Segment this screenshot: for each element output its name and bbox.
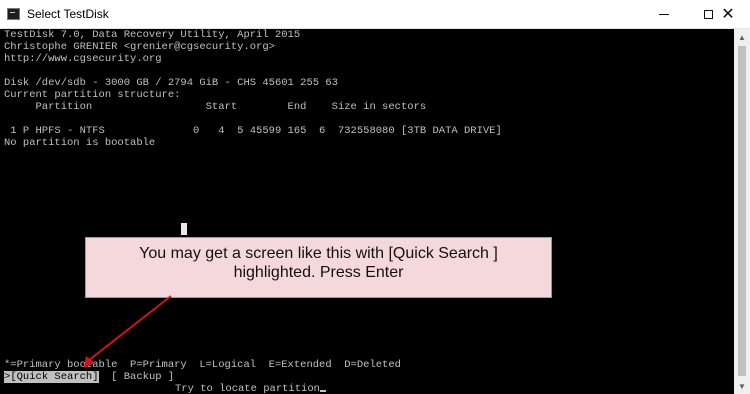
- console-block-cursor: [181, 223, 187, 235]
- boot-status-line: No partition is bootable: [4, 137, 156, 149]
- title-bar: Select TestDisk ✕: [0, 0, 750, 29]
- scroll-thumb[interactable]: [738, 46, 746, 376]
- header-url-line: http://www.cgsecurity.org: [4, 53, 162, 65]
- disk-info-line: Disk /dev/sdb - 3000 GB / 2794 GiB - CHS…: [4, 77, 338, 89]
- scroll-down-arrow-icon[interactable]: ▼: [734, 378, 750, 394]
- partition-row[interactable]: 1 P HPFS - NTFS 0 4 5 45599 165 6 732558…: [4, 125, 501, 137]
- text-cursor: [319, 390, 326, 392]
- header-author-line: Christophe GRENIER <grenier@cgsecurity.o…: [4, 41, 275, 53]
- structure-label: Current partition structure:: [4, 89, 181, 101]
- callout-line-1: You may get a screen like this with [Qui…: [139, 245, 498, 262]
- hint-text: Try to locate partition: [175, 383, 320, 394]
- backup-menu-item[interactable]: [ Backup ]: [111, 371, 174, 383]
- close-icon: ✕: [721, 5, 735, 23]
- annotation-callout: You may get a screen like this with [Qui…: [85, 237, 552, 298]
- close-button[interactable]: ✕: [706, 0, 750, 29]
- minimize-button[interactable]: [642, 0, 686, 29]
- quick-search-menu-item[interactable]: >[Quick Search]: [4, 371, 99, 383]
- header-title-line: TestDisk 7.0, Data Recovery Utility, Apr…: [4, 29, 301, 41]
- console-area[interactable]: TestDisk 7.0, Data Recovery Utility, Apr…: [0, 29, 734, 394]
- console-app-icon: [7, 8, 20, 20]
- hint-line: Try to locate partition: [175, 383, 326, 394]
- window-title: Select TestDisk: [27, 7, 109, 21]
- minimize-icon: [659, 14, 669, 15]
- quick-search-label: [Quick Search]: [10, 371, 99, 383]
- partition-table-header: Partition Start End Size in sectors: [4, 101, 427, 113]
- scroll-up-arrow-icon[interactable]: ▲: [734, 29, 750, 45]
- callout-line-2: highlighted. Press Enter: [233, 264, 404, 281]
- partition-type-legend: *=Primary bootable P=Primary L=Logical E…: [4, 359, 401, 371]
- vertical-scrollbar[interactable]: ▲ ▼: [734, 29, 750, 394]
- menu-line: >[Quick Search] [ Backup ]: [4, 371, 174, 383]
